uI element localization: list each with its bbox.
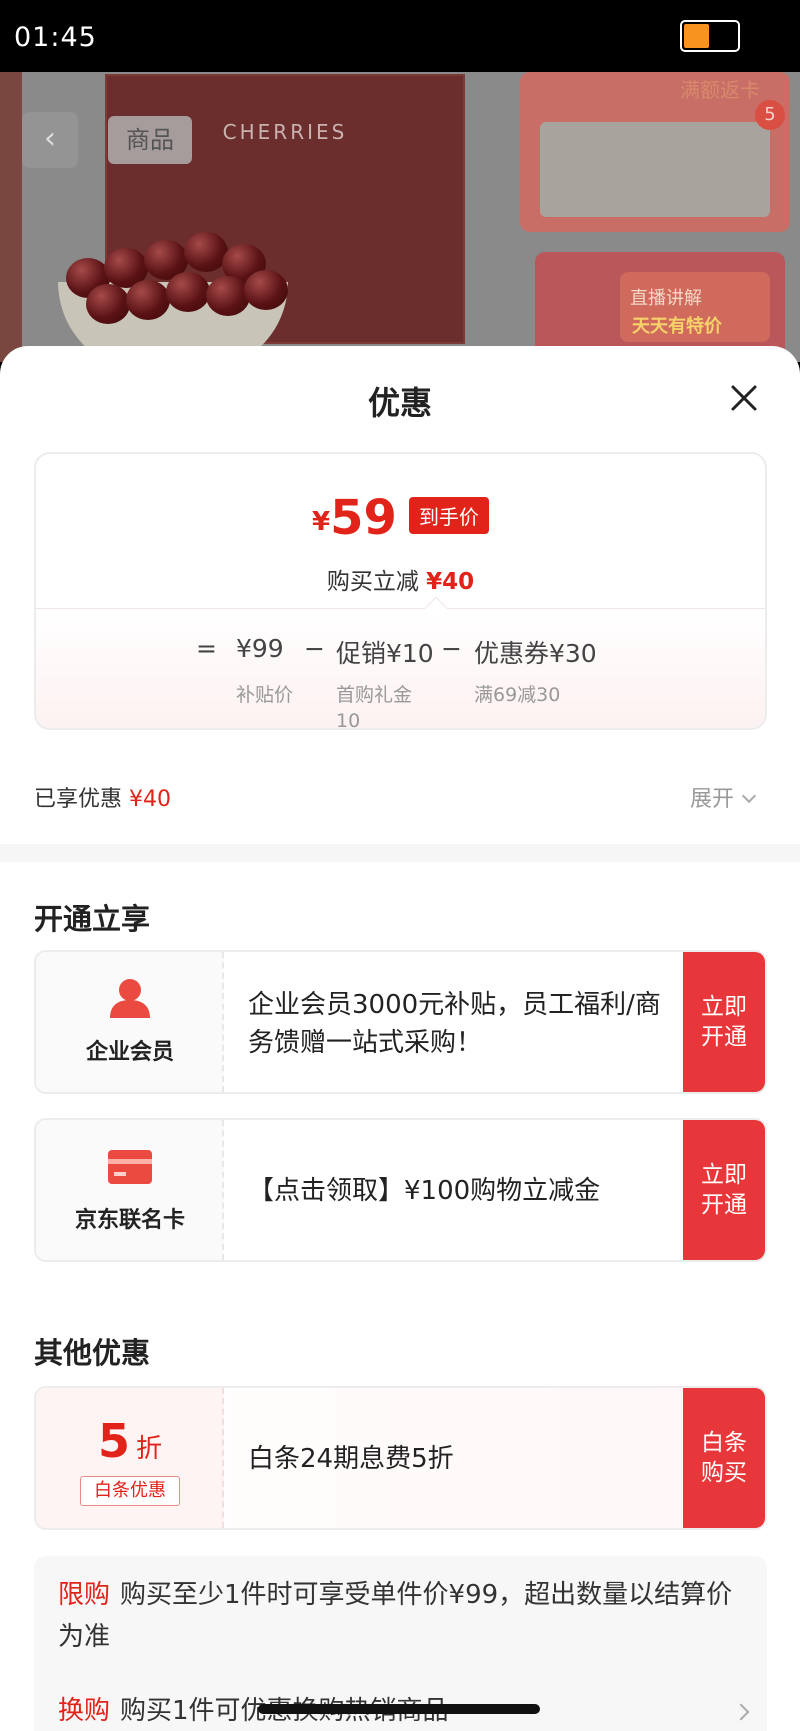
open-now-label: 立即开通 bbox=[701, 1162, 747, 1218]
product-image-edge bbox=[0, 72, 22, 362]
discount-number: 5 bbox=[97, 1414, 130, 1468]
enjoyed-discount: 已享优惠 ¥40 bbox=[34, 781, 171, 813]
expand-label: 展开 bbox=[690, 787, 735, 812]
baitiao-tag: 白条优惠 bbox=[80, 1476, 180, 1506]
battery-icon bbox=[680, 20, 740, 52]
live-stream-label: 直播讲解 bbox=[630, 288, 702, 309]
section-divider bbox=[0, 844, 800, 862]
promo-panel-image bbox=[540, 122, 770, 217]
offer-text: 企业会员3000元补贴，员工福利/商务馈赠一站式采购！ bbox=[248, 990, 661, 1058]
discount-sheet: 优惠 ¥59 到手价 购买立减 ¥40 = ¥99 − 促销¥10 − 优惠券¥3… bbox=[0, 346, 800, 1731]
offer-text: 白条24期息费5折 bbox=[248, 1444, 454, 1474]
calc-coupon: 优惠券¥30 bbox=[474, 639, 597, 668]
discount-rate: 5折 bbox=[36, 1414, 224, 1468]
calc-minus: − bbox=[441, 634, 462, 663]
price-breakdown-card: ¥59 到手价 购买立减 ¥40 = ¥99 − 促销¥10 − 优惠券¥30 补… bbox=[34, 452, 767, 730]
calc-minus: − bbox=[304, 634, 325, 663]
calc-equals: = bbox=[196, 634, 217, 663]
status-bar: 01:45 bbox=[0, 0, 800, 72]
open-now-label: 立即开通 bbox=[701, 994, 747, 1050]
card-icon bbox=[108, 1150, 152, 1184]
calc-base-note: 补贴价 bbox=[236, 684, 294, 706]
offer-enterprise-member[interactable]: 企业会员 企业会员3000元补贴，员工福利/商务馈赠一站式采购！ 立即开通 bbox=[34, 950, 767, 1094]
expand-button[interactable]: 展开 bbox=[690, 781, 757, 813]
limit-text: 购买至少1件时可享受单件价¥99，超出数量以结算价为准 bbox=[58, 1580, 733, 1652]
close-icon bbox=[731, 385, 757, 411]
instant-discount-value: ¥40 bbox=[426, 569, 475, 595]
offer-left-panel: 5折 白条优惠 bbox=[36, 1388, 224, 1528]
calc-promo-note: 首购礼金 10 bbox=[336, 684, 413, 730]
trade-in-tag: 换购 bbox=[58, 1696, 111, 1726]
battery-level bbox=[684, 24, 710, 48]
calc-coupon-note: 满69减30 bbox=[474, 684, 561, 706]
sheet-title: 优惠 bbox=[367, 384, 432, 422]
final-price: ¥59 到手价 bbox=[36, 490, 765, 546]
close-button[interactable] bbox=[722, 376, 766, 420]
instant-discount-label: 购买立减 bbox=[326, 569, 419, 595]
final-price-currency: ¥ bbox=[312, 507, 331, 537]
chevron-down-icon bbox=[741, 788, 757, 804]
enjoyed-label: 已享优惠 bbox=[34, 787, 123, 812]
limit-row: 限购 购买至少1件时可享受单件价¥99，超出数量以结算价为准 bbox=[58, 1574, 743, 1658]
final-price-value: 59 bbox=[330, 490, 397, 546]
other-section-title: 其他优惠 bbox=[34, 1336, 151, 1370]
open-now-button[interactable]: 立即开通 bbox=[683, 952, 765, 1092]
tab-product[interactable]: 商品 bbox=[108, 116, 192, 164]
back-icon[interactable]: ‹ bbox=[22, 112, 78, 168]
open-now-button[interactable]: 立即开通 bbox=[683, 1120, 765, 1260]
user-icon bbox=[110, 979, 150, 1018]
limit-tag: 限购 bbox=[58, 1580, 111, 1610]
open-section-title: 开通立享 bbox=[34, 902, 151, 936]
image-count-badge: 5 bbox=[755, 100, 785, 130]
calc-promo: 促销¥10 bbox=[336, 639, 434, 668]
baitiao-buy-label: 白条购买 bbox=[701, 1430, 747, 1486]
discount-unit: 折 bbox=[136, 1434, 163, 1464]
live-stream-slogan: 天天有特价 bbox=[632, 316, 722, 337]
promo-panel-tag: 满额返卡 bbox=[680, 78, 760, 102]
offer-left-panel: 京东联名卡 bbox=[36, 1120, 224, 1260]
offer-baitiao[interactable]: 5折 白条优惠 白条24期息费5折 白条购买 bbox=[34, 1386, 767, 1530]
offer-left-panel: 企业会员 bbox=[36, 952, 224, 1092]
product-page-backdrop[interactable]: CHERRIES 满额返卡 5 直播讲解 天天有特价 ‹ 商品 bbox=[0, 72, 800, 362]
offer-label: 京东联名卡 bbox=[74, 1208, 185, 1233]
home-indicator bbox=[258, 1704, 540, 1714]
status-time: 01:45 bbox=[14, 22, 97, 53]
calc-base-price: ¥99 bbox=[236, 634, 284, 663]
instant-discount: 购买立减 ¥40 bbox=[36, 562, 765, 596]
final-price-tag: 到手价 bbox=[408, 497, 489, 534]
enjoyed-value: ¥40 bbox=[129, 787, 172, 812]
offer-label: 企业会员 bbox=[85, 1040, 174, 1065]
offer-text: 【点击领取】¥100购物立减金 bbox=[248, 1176, 601, 1206]
offer-jd-cobrand-card[interactable]: 京东联名卡 【点击领取】¥100购物立减金 立即开通 bbox=[34, 1118, 767, 1262]
baitiao-buy-button[interactable]: 白条购买 bbox=[683, 1388, 765, 1528]
